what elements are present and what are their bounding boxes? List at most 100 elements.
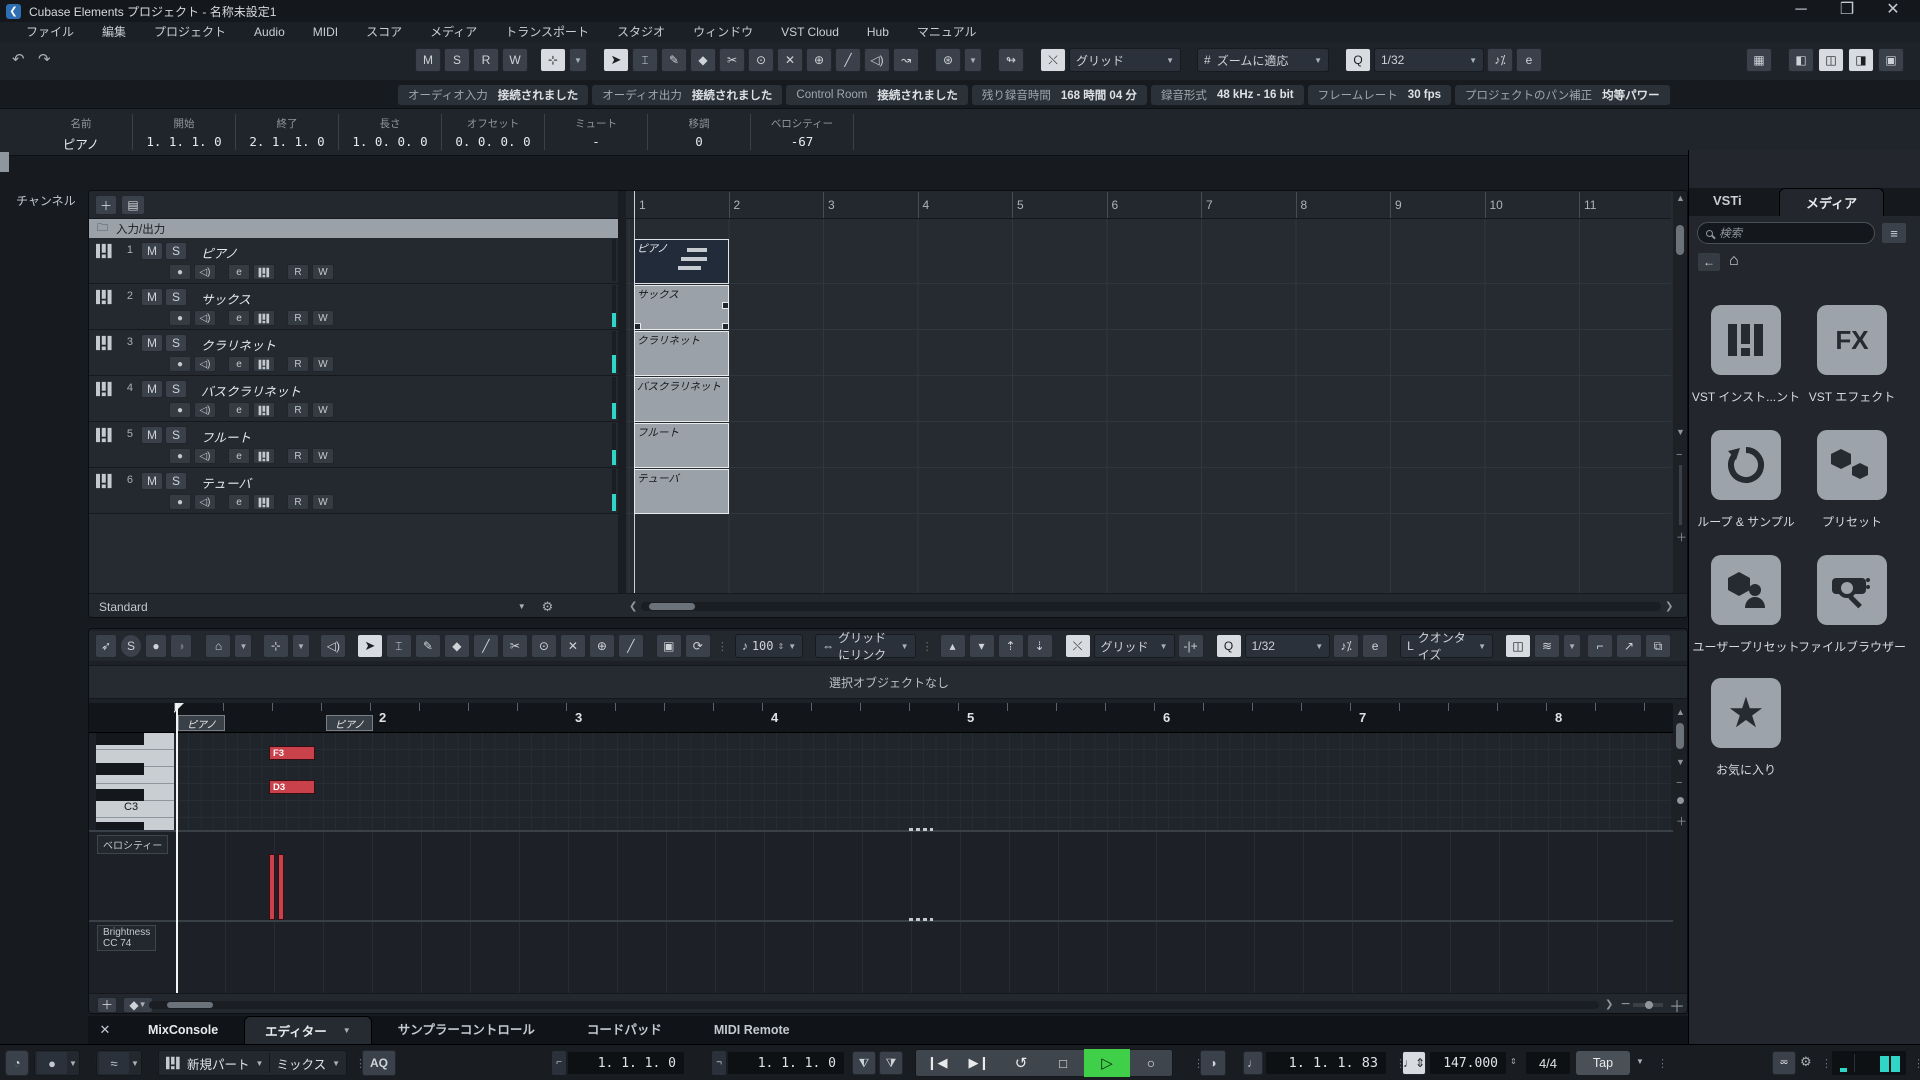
editor-vzoom-out-icon[interactable]: − <box>1676 777 1682 789</box>
velocity-stepper[interactable]: ♪ 100 ⇕▼ <box>735 634 803 658</box>
editor-vscrollbar[interactable]: ▲ ▼ − ＋ <box>1673 703 1687 993</box>
grid-type-editor-dropdown[interactable]: グリッド▼ <box>1094 634 1175 658</box>
grid-match-icon[interactable]: -|+ <box>1178 634 1204 658</box>
record-in-editor-icon[interactable]: ● <box>145 634 167 658</box>
part-end-tag[interactable]: ピアノ <box>326 715 373 731</box>
clip-handle[interactable] <box>722 323 729 330</box>
menu-item[interactable]: VST Cloud <box>767 22 853 42</box>
auto-select-editor-icon[interactable]: ⊹ <box>263 634 289 658</box>
monitor-icon[interactable]: ◁) <box>194 402 216 418</box>
status-item[interactable]: プロジェクトのパン補正均等パワー <box>1455 85 1670 105</box>
metronome-icon[interactable]: ⏔ <box>1772 1051 1796 1075</box>
left-locator-flag-icon[interactable]: ⌐ <box>552 1051 566 1075</box>
tempo-track-icon[interactable]: ♩⇕ <box>1402 1051 1426 1075</box>
track-settings-gear-icon[interactable]: ⚙ <box>542 599 554 615</box>
track-name[interactable]: ピアノ <box>201 243 237 262</box>
undo-icon[interactable]: ↶ <box>12 50 25 68</box>
erase-tool-icon[interactable]: ◆ <box>690 48 716 72</box>
midi-note[interactable]: D3 <box>269 780 315 794</box>
maximize-button[interactable]: ❒ <box>1824 0 1870 22</box>
step-up-icon[interactable]: ▴ <box>940 634 966 658</box>
zoom-tool-editor-icon[interactable]: ⊕ <box>589 634 615 658</box>
punch-out-icon[interactable]: ⧩ <box>879 1051 903 1075</box>
tap-tempo-dropdown[interactable]: ▼ <box>1636 1057 1644 1066</box>
editor-solo-follow-icon[interactable]: ⌐ <box>1587 634 1613 658</box>
solo-button[interactable]: S <box>165 380 187 398</box>
auto-quantize-button[interactable]: AQ <box>362 1050 396 1076</box>
inspector-grip[interactable] <box>0 152 9 172</box>
edit-channel-button[interactable]: e <box>228 448 250 464</box>
edit-instrument-icon[interactable] <box>253 448 275 464</box>
midi-note[interactable]: F3 <box>269 746 315 760</box>
track-presets-button[interactable]: ▤ <box>121 195 145 215</box>
lane-resize-handle[interactable] <box>909 828 933 831</box>
mute-tool-icon[interactable]: ✕ <box>777 48 803 72</box>
status-item[interactable]: 録音形式48 kHz - 16 bit <box>1151 85 1304 105</box>
record-mode-icon[interactable]: ● <box>37 1052 67 1074</box>
menu-item[interactable]: ファイル <box>12 22 88 42</box>
monitor-icon[interactable]: ◁) <box>194 264 216 280</box>
setup-toolbar-icon[interactable]: ▦ <box>1746 48 1772 72</box>
snap-editor-icon[interactable]: ⤬ <box>1065 634 1091 658</box>
status-item[interactable]: オーディオ入力接続されました <box>398 85 588 105</box>
tile-vst-effects[interactable]: FX <box>1817 305 1887 375</box>
solo-button[interactable]: S <box>165 472 187 490</box>
info-field[interactable]: 終了 2. 1. 1. 0 <box>236 114 339 150</box>
mute-all-button[interactable]: M <box>415 48 441 72</box>
menu-item[interactable]: Hub <box>853 22 903 42</box>
info-field[interactable]: 名前 ピアノ <box>30 114 133 150</box>
select-tool-icon[interactable]: ➤ <box>357 634 383 658</box>
time-signature-value[interactable]: 4/4 <box>1526 1052 1570 1074</box>
write-automation-button[interactable]: W <box>312 402 334 418</box>
write-automation-button[interactable]: W <box>312 264 334 280</box>
track-name[interactable]: バスクラリネット <box>201 381 301 400</box>
edit-instrument-icon[interactable] <box>253 356 275 372</box>
goto-previous-marker-button[interactable]: ❙◀ <box>916 1049 958 1077</box>
midi-part[interactable]: テューバ <box>634 469 729 514</box>
transport-position[interactable]: 1. 1. 1. 83 <box>1266 1052 1386 1074</box>
edit-instrument-icon[interactable] <box>253 264 275 280</box>
length-quantize-dropdown[interactable]: ⇔グリッドにリンク▼ <box>815 634 915 658</box>
arrange-hscrollbar[interactable] <box>641 602 1661 611</box>
pre-roll-icon[interactable]: ◑ <box>1200 1050 1226 1076</box>
part-edit-mode-icon[interactable]: ◫ <box>1505 634 1531 658</box>
tile-vst-instruments[interactable] <box>1711 305 1781 375</box>
mute-button[interactable]: M <box>141 472 163 490</box>
velocity-bar[interactable] <box>269 854 275 920</box>
quantize-q-icon[interactable]: Q <box>1345 48 1371 72</box>
media-list-view-icon[interactable]: ≡ <box>1881 222 1907 244</box>
write-all-button[interactable]: W <box>502 48 528 72</box>
read-automation-button[interactable]: R <box>287 494 309 510</box>
record-enable-icon[interactable]: ● <box>169 310 191 326</box>
menu-item[interactable]: ウィンドウ <box>679 22 767 42</box>
controller-lane[interactable]: Brightness CC 74 <box>89 920 1688 993</box>
midi-cycle-mode-dropdown[interactable]: ▼ <box>332 1059 340 1068</box>
controller-lane-label[interactable]: Brightness CC 74 <box>97 925 156 951</box>
track-row[interactable]: 5 MS フルート ● ◁) e R W <box>89 422 618 468</box>
track-name[interactable]: クラリネット <box>201 335 276 354</box>
mute-button[interactable]: M <box>141 380 163 398</box>
monitor-icon[interactable]: ◁) <box>194 356 216 372</box>
solo-all-button[interactable]: S <box>444 48 470 72</box>
editor-setup-icon[interactable]: ⧉ <box>1645 634 1671 658</box>
solo-button[interactable]: S <box>165 426 187 444</box>
tile-favorites[interactable]: ★ <box>1711 678 1781 748</box>
track-row[interactable]: 1 MS ピアノ ● ◁) e R W <box>89 238 618 284</box>
trim-tool-editor-icon[interactable]: ╱ <box>618 634 644 658</box>
record-enable-icon[interactable]: ● <box>169 402 191 418</box>
show-note-exp-icon[interactable]: ⌂ <box>205 634 231 658</box>
edit-channel-button[interactable]: e <box>228 310 250 326</box>
mute-button[interactable]: M <box>141 288 163 306</box>
editor-zoom-out-icon[interactable]: − <box>1621 996 1630 1014</box>
edit-channel-button[interactable]: e <box>228 356 250 372</box>
zoom-tool-icon[interactable]: ⊕ <box>806 48 832 72</box>
quantize-panel-icon[interactable]: e <box>1516 48 1542 72</box>
info-field[interactable]: 移調 0 <box>648 114 751 150</box>
solo-button[interactable]: S <box>165 334 187 352</box>
track-row[interactable]: 6 MS テューバ ● ◁) e R W <box>89 468 618 514</box>
note-grid[interactable]: F3 D3 <box>174 733 1671 830</box>
auto-scroll-icon[interactable]: ⟳ <box>685 634 711 658</box>
close-button[interactable]: ✕ <box>1870 0 1916 22</box>
auto-select-tool-icon[interactable]: ⊹ <box>540 48 566 72</box>
zoom-in-icon[interactable]: ＋ <box>1676 529 1687 545</box>
